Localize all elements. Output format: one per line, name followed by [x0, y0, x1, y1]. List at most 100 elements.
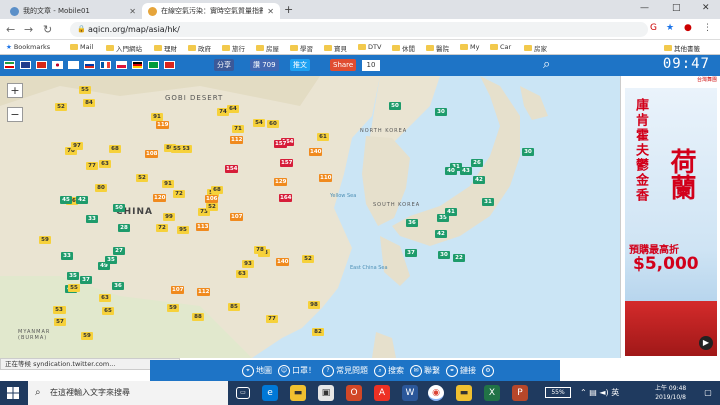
taskbar-search-input[interactable]: ⌕ 在這裡輸入文字來搜尋 [28, 381, 228, 405]
aqi-marker[interactable]: 61 [317, 133, 329, 141]
aqi-marker[interactable]: 74 [217, 108, 229, 116]
aqi-marker[interactable]: 55 [68, 284, 80, 292]
aqi-marker[interactable]: 41 [445, 208, 457, 216]
bookmark-folder[interactable]: 房家 [524, 43, 547, 53]
aqi-marker[interactable]: 52 [302, 255, 314, 263]
flag-icon[interactable] [84, 61, 95, 69]
bookmark-folder[interactable]: 房屋 [256, 43, 279, 53]
flag-icon[interactable] [68, 61, 79, 69]
search-icon[interactable]: ⌕ [543, 57, 550, 72]
tweet-button[interactable]: 推文 [290, 59, 310, 71]
nav-settings[interactable]: ⚙ [482, 364, 494, 377]
bookmark-folder[interactable]: 理財 [154, 43, 177, 53]
aqi-marker[interactable]: 82 [312, 328, 324, 336]
aqi-marker[interactable]: 35 [67, 272, 79, 280]
volume-icon[interactable]: ◄) [599, 388, 608, 397]
aqi-marker[interactable]: 97 [71, 142, 83, 150]
maximize-button[interactable]: □ [672, 3, 681, 13]
aqi-marker[interactable]: 40 [445, 167, 457, 175]
facebook-like-button[interactable]: 讚 709 [250, 59, 279, 71]
bookmark-folder[interactable]: My [460, 43, 479, 51]
aqi-marker[interactable]: 112 [197, 288, 211, 296]
aqi-marker[interactable]: 98 [308, 301, 320, 309]
aqi-marker[interactable]: 33 [61, 252, 73, 260]
minimize-button[interactable]: — [640, 3, 649, 13]
aqi-marker[interactable]: 157 [280, 159, 294, 167]
aqi-marker[interactable]: 42 [76, 196, 88, 204]
aqi-marker[interactable]: 108 [145, 150, 159, 158]
aqi-marker[interactable]: 112 [230, 136, 244, 144]
nav-links[interactable]: ⚭ 鏈接 [446, 364, 476, 377]
aqi-marker[interactable]: 72 [156, 224, 168, 232]
aqi-marker[interactable]: 28 [118, 224, 130, 232]
network-icon[interactable]: ▤ [589, 388, 597, 397]
aqi-marker[interactable]: 42 [473, 176, 485, 184]
bookmark-folder[interactable]: Mail [70, 43, 93, 51]
tab-aqicn[interactable]: 在線空氣污染：實時空氣質量指數 ✕ [142, 3, 280, 19]
flag-icon[interactable] [132, 61, 143, 69]
menu-kebab-icon[interactable]: ⋮ [703, 23, 712, 33]
aqi-marker[interactable]: 106 [205, 195, 219, 203]
bookmark-folder[interactable]: 休閒 [392, 43, 415, 53]
aqi-marker[interactable]: 59 [167, 304, 179, 312]
aqi-marker[interactable]: 22 [453, 254, 465, 262]
flag-icon[interactable] [116, 61, 127, 69]
facebook-share-button[interactable]: 分享 [214, 59, 234, 71]
battery-indicator[interactable]: 55% [545, 387, 571, 398]
aqi-marker[interactable]: 37 [80, 276, 92, 284]
aqi-marker[interactable]: 63 [99, 160, 111, 168]
flag-icon[interactable] [100, 61, 111, 69]
close-tab-icon[interactable]: ✕ [129, 7, 136, 16]
bookmark-folder[interactable]: 學習 [290, 43, 313, 53]
nav-faq[interactable]: ? 常見問題 [322, 364, 368, 377]
aqi-marker[interactable]: 140 [309, 148, 323, 156]
aqi-marker[interactable]: 52 [55, 103, 67, 111]
aqi-marker[interactable]: 52 [206, 203, 218, 211]
aqi-marker[interactable]: 54 [253, 119, 265, 127]
chevron-up-icon[interactable]: ⌃ [580, 388, 587, 397]
aqi-marker[interactable]: 107 [171, 286, 185, 294]
play-icon[interactable]: ▶ [699, 336, 713, 350]
aqi-marker[interactable]: 107 [230, 213, 244, 221]
flag-icon[interactable] [4, 61, 15, 69]
bookmark-folder[interactable]: DTV [358, 43, 381, 51]
tab-mobile01[interactable]: 我的文章 - Mobile01 ✕ [4, 3, 142, 19]
aqi-marker[interactable]: 60 [267, 120, 279, 128]
aqi-marker[interactable]: 93 [242, 260, 254, 268]
aqi-marker[interactable]: 68 [211, 186, 223, 194]
bookmark-star-icon[interactable]: ★ [666, 23, 674, 33]
translate-icon[interactable]: G [650, 23, 657, 33]
notification-icon[interactable]: ▢ [700, 385, 716, 401]
powerpoint-icon[interactable]: P [512, 385, 528, 401]
nav-search[interactable]: ⌕ 搜索 [374, 364, 404, 377]
aqi-marker[interactable]: 85 [228, 303, 240, 311]
aqi-marker[interactable]: 157 [274, 140, 288, 148]
aqi-marker[interactable]: 77 [86, 162, 98, 170]
aqi-marker[interactable]: 33 [86, 215, 98, 223]
aqi-marker[interactable]: 88 [192, 313, 204, 321]
store-icon[interactable]: ▣ [318, 385, 334, 401]
bookmark-folder[interactable]: 政府 [188, 43, 211, 53]
bookmark-folder[interactable]: 寶貝 [324, 43, 347, 53]
bookmark-folder[interactable]: 入門網站 [106, 43, 142, 53]
bookmark-folder[interactable]: Car [490, 43, 511, 51]
share-button[interactable]: Share [330, 59, 357, 71]
aqi-marker[interactable]: 99 [163, 213, 175, 221]
word-icon[interactable]: W [402, 385, 418, 401]
aqi-marker[interactable]: 30 [435, 108, 447, 116]
aqi-marker[interactable]: 50 [113, 204, 125, 212]
aqi-marker[interactable]: 31 [482, 198, 494, 206]
flag-icon[interactable] [164, 61, 175, 69]
aqi-marker[interactable]: 36 [406, 219, 418, 227]
reload-icon[interactable]: ↻ [43, 23, 52, 36]
aqi-marker[interactable]: 77 [266, 315, 278, 323]
aqi-marker[interactable]: 27 [113, 247, 125, 255]
system-tray[interactable]: ⌃ ▤ ◄) 英 [580, 387, 619, 398]
aqi-marker[interactable]: 37 [405, 249, 417, 257]
taskbar-clock[interactable]: 上午 09:48 2019/10/8 [655, 384, 686, 402]
aqi-marker[interactable]: 36 [112, 282, 124, 290]
flag-icon[interactable] [52, 61, 63, 69]
aqi-marker[interactable]: 91 [151, 113, 163, 121]
aqi-marker[interactable]: 119 [156, 121, 170, 129]
aqi-marker[interactable]: 113 [196, 223, 210, 231]
